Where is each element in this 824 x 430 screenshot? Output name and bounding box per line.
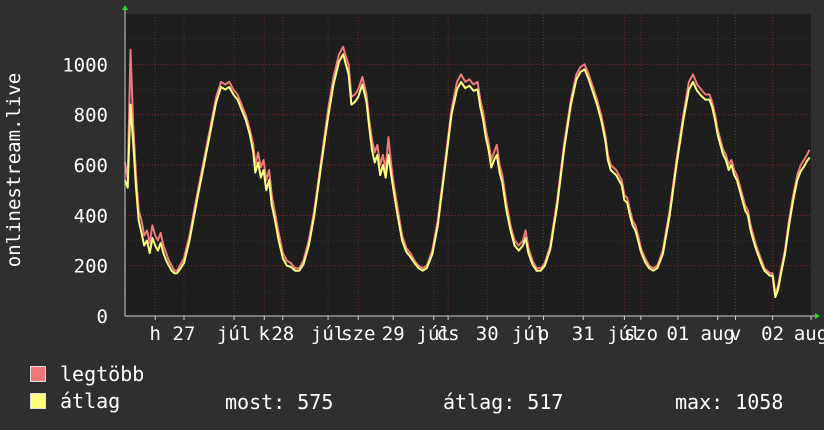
y-axis-arrow [122,5,128,10]
stat-avg-value: 517 [527,390,564,414]
x-tick-label: júl [217,323,251,345]
x-axis-arrow [815,313,820,319]
legend-label-avg: átlag [60,389,121,413]
x-tick-label: 28 [271,323,294,345]
stat-avg: átlag: 517 [443,390,563,414]
x-tick-label: 30 [476,323,499,345]
stat-max: max: 1058 [675,390,783,414]
x-tick-label: h [149,323,160,345]
x-tick-label: v [730,323,741,345]
stat-max-value: 1058 [735,390,784,414]
x-tick-label: 01 [666,323,689,345]
y-tick-label: 800 [74,105,108,127]
x-tick-label: cs [437,323,460,345]
y-tick-label: 600 [74,155,108,177]
x-tick-label: júl [311,323,345,345]
y-tick-label: 400 [74,205,108,227]
traffic-chart: 0 200 400 600 800 1000 h 27 júl k 28 júl sze 29 júl cs 3… [0,0,824,350]
legend-label-max: legtöbb [60,362,145,386]
y-axis-label: onlinestream.live [3,73,25,267]
stat-now-label: most: [225,390,286,414]
x-tick-label: 02 [761,323,784,345]
chart-svg: 02004006008001000h 27 júl k 28 júlsze 29 júlcs 3… [3,5,824,345]
x-tick-label: 27 [173,323,196,345]
x-tick-label: k [259,323,271,345]
legend-swatch-avg [30,393,46,409]
x-tick-label: 29 [382,323,405,345]
legend-item-max: legtöbb [30,362,145,386]
x-tick-label: 31 [572,323,595,345]
x-tick-label: sze [341,323,375,345]
legend-item-avg: átlag [30,389,121,413]
stat-avg-label: átlag: [443,390,516,414]
legend-swatch-max [30,366,46,382]
stat-max-label: max: [675,390,724,414]
y-tick-label: 0 [97,306,108,328]
x-tick-label: p [538,323,549,345]
y-tick-label: 1000 [62,54,108,76]
stat-now-value: 575 [297,390,334,414]
y-tick-label: 200 [74,256,108,278]
x-tick-label: aug [794,323,824,345]
x-tick-label: szo [624,323,658,345]
stat-now: most: 575 [225,390,333,414]
